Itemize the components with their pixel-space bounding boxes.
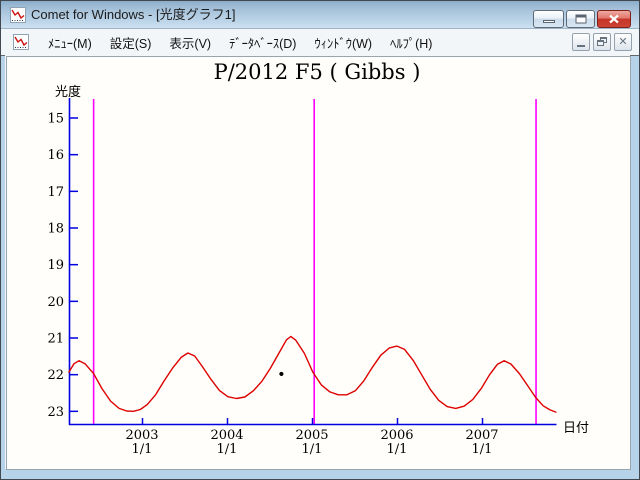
title-bar[interactable]: Comet for Windows - [光度グラフ1] bbox=[1, 1, 639, 29]
mdi-close-button[interactable]: ✕ bbox=[614, 33, 632, 51]
chart-title: P/2012 F5 ( Gibbs ) bbox=[213, 60, 421, 84]
maximize-icon bbox=[575, 14, 586, 24]
app-window: Comet for Windows - [光度グラフ1] ﾒﾆｭｰ(M) 設定(… bbox=[0, 0, 640, 480]
menu-item-settings[interactable]: 設定(S) bbox=[101, 30, 161, 55]
minimize-icon bbox=[542, 20, 555, 23]
chart-client-area bbox=[6, 56, 631, 470]
mdi-document-icon[interactable] bbox=[13, 34, 29, 50]
menu-item-database[interactable]: ﾃﾞｰﾀﾍﾞｰｽ(D) bbox=[220, 30, 305, 55]
close-button[interactable] bbox=[597, 10, 631, 28]
menu-item-menu[interactable]: ﾒﾆｭｰ(M) bbox=[39, 30, 101, 55]
x-axis-label: 日付 bbox=[563, 420, 590, 435]
menu-bar: ﾒﾆｭｰ(M) 設定(S) 表示(V) ﾃﾞｰﾀﾍﾞｰｽ(D) ｳｨﾝﾄﾞｳ(W… bbox=[1, 29, 639, 56]
window-title: Comet for Windows - [光度グラフ1] bbox=[31, 7, 236, 22]
y-axis-label: 光度 bbox=[55, 84, 82, 99]
mdi-minimize-icon bbox=[577, 45, 585, 47]
maximize-button[interactable] bbox=[566, 10, 595, 28]
minimize-button[interactable] bbox=[533, 10, 564, 28]
menu-item-view[interactable]: 表示(V) bbox=[160, 30, 220, 55]
menu-item-window[interactable]: ｳｨﾝﾄﾞｳ(W) bbox=[305, 30, 381, 55]
app-icon[interactable] bbox=[10, 7, 26, 23]
mdi-minimize-button[interactable] bbox=[572, 33, 590, 51]
menu-item-help[interactable]: ﾍﾙﾌﾟ(H) bbox=[381, 30, 441, 55]
mdi-restore-button[interactable] bbox=[593, 33, 611, 51]
close-icon bbox=[609, 14, 619, 24]
